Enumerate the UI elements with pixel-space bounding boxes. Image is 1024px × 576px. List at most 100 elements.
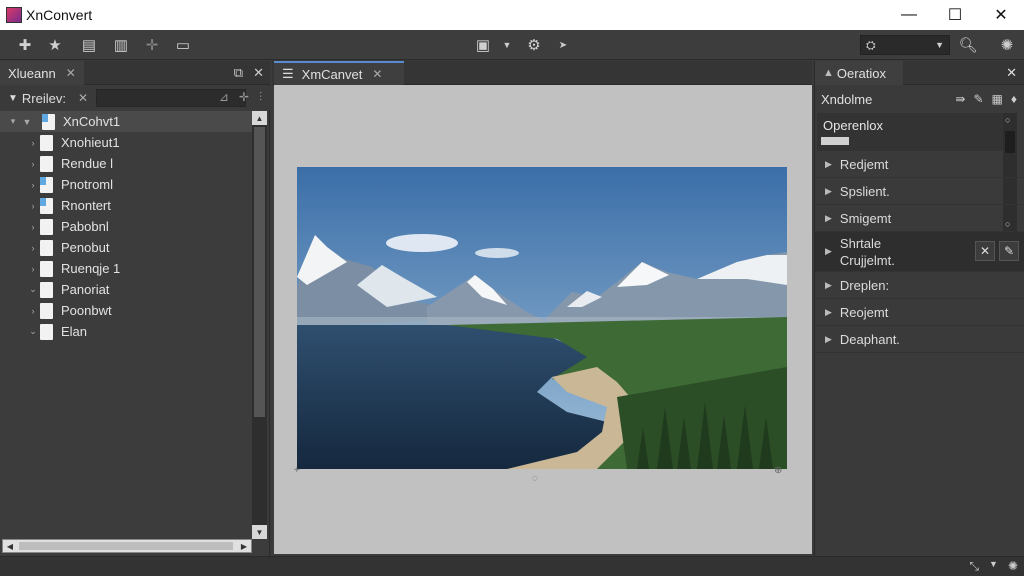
maximize-button[interactable]: ☐ bbox=[932, 0, 978, 30]
expand-arrow-icon[interactable]: ▾ bbox=[6, 116, 20, 127]
tree-item[interactable]: › Poonbwt bbox=[0, 300, 252, 321]
tree-item[interactable]: › Rnontert bbox=[0, 195, 252, 216]
expand-arrow-icon[interactable]: ⌄ bbox=[26, 326, 40, 337]
vertical-scrollbar[interactable]: ▲ ▼ bbox=[252, 111, 267, 539]
horizontal-scrollbar[interactable]: ◀ ▶ bbox=[2, 539, 252, 553]
star-icon[interactable]: ★ bbox=[44, 35, 66, 55]
columns-icon[interactable]: ▥ bbox=[110, 35, 132, 55]
tree-item[interactable]: › Rendue l bbox=[0, 153, 252, 174]
expand-icon[interactable]: ⤡ bbox=[969, 559, 979, 574]
tree-item[interactable]: ▾ ▼ XnCohvt1 bbox=[0, 111, 252, 132]
remove-icon[interactable]: ✕ bbox=[975, 241, 995, 261]
filter-row: ▼ Rreilev: ✕ ⊿ ✛ ⫶ bbox=[0, 86, 270, 110]
minimize-button[interactable]: — bbox=[886, 0, 932, 30]
operation-item[interactable]: ▶ Redjemt bbox=[815, 151, 1024, 178]
tree-item[interactable]: ⌄ Panoriat bbox=[0, 279, 252, 300]
clear-filter-icon[interactable]: ✕ bbox=[78, 91, 88, 105]
tree-item[interactable]: ⌄ Elan bbox=[0, 321, 252, 342]
close-icon[interactable]: ✕ bbox=[253, 65, 264, 81]
operation-label: Reojemt bbox=[839, 304, 889, 320]
operation-label: Shrtale bbox=[839, 235, 882, 251]
collapse-arrow-icon[interactable]: ▼ bbox=[20, 117, 34, 127]
chevron-down-icon[interactable]: ▼ bbox=[496, 35, 518, 55]
tree-item-label: Penobut bbox=[61, 240, 110, 255]
edit-icon[interactable]: ✎ bbox=[999, 241, 1019, 261]
brush-icon[interactable]: ♦ bbox=[1011, 92, 1017, 106]
file-tree: ▾ ▼ XnCohvt1 › Xnohieut1 › Rendue l › Pnotroml › R… bbox=[0, 111, 252, 539]
tab-canvas[interactable]: ☰ XmCanvet ✕ bbox=[274, 61, 404, 85]
expand-arrow-icon[interactable]: ▶ bbox=[825, 307, 832, 318]
expand-arrow-icon[interactable]: › bbox=[26, 159, 40, 169]
scroll-up-icon[interactable]: ○ bbox=[1005, 115, 1010, 125]
pencil-icon[interactable]: ✎ bbox=[973, 92, 983, 106]
gear-icon[interactable]: ✺ bbox=[996, 35, 1018, 55]
tab-explorer[interactable]: Xlueann ✕ bbox=[0, 61, 84, 85]
file-icon bbox=[40, 239, 53, 256]
operation-item[interactable]: ▶ Spslient. bbox=[815, 178, 1024, 205]
arrow-icon[interactable]: ✛ bbox=[141, 35, 163, 55]
pin-icon[interactable]: ⫶ bbox=[259, 90, 262, 105]
expand-arrow-icon[interactable]: › bbox=[26, 138, 40, 148]
corner-handle-icon: ⊕ bbox=[774, 465, 783, 476]
tab-operations[interactable]: ▲ Oeratiox bbox=[815, 61, 903, 85]
view-icon[interactable]: ▣ bbox=[472, 35, 494, 55]
tree-item[interactable]: › Pabobnl bbox=[0, 216, 252, 237]
operation-item[interactable]: ▶ Reojemt bbox=[815, 299, 1024, 326]
zoom-select[interactable]: ⛭ ▼ bbox=[860, 35, 950, 55]
operation-label-group: Shrtale Crujjelmt. bbox=[840, 235, 895, 269]
scroll-thumb[interactable] bbox=[19, 542, 233, 550]
expand-arrow-icon[interactable]: › bbox=[26, 243, 40, 253]
operation-box[interactable]: Operenlox bbox=[817, 113, 1003, 151]
expand-arrow-icon[interactable]: › bbox=[26, 180, 40, 190]
expand-arrow-icon[interactable]: ⌄ bbox=[26, 284, 40, 295]
operation-item[interactable]: ▶ Smigemt bbox=[815, 205, 1024, 232]
scroll-left-icon[interactable]: ◀ bbox=[3, 540, 17, 552]
settings-icon[interactable]: ✺ bbox=[1008, 559, 1018, 574]
filter-text: Rreilev: bbox=[21, 90, 66, 106]
expand-arrow-icon[interactable]: › bbox=[26, 222, 40, 232]
add-icon[interactable]: ✚ bbox=[14, 35, 36, 55]
chevron-down-icon[interactable]: ▼ bbox=[989, 559, 998, 574]
move-icon[interactable]: ⇛ bbox=[955, 92, 965, 106]
expand-arrow-icon[interactable]: ▶ bbox=[825, 186, 832, 197]
pin-icon[interactable]: ➤ bbox=[552, 35, 574, 55]
expand-arrow-icon[interactable]: › bbox=[26, 306, 40, 316]
expand-arrow-icon[interactable]: ▶ bbox=[825, 246, 832, 257]
close-icon[interactable]: ✕ bbox=[372, 67, 382, 81]
expand-arrow-icon[interactable]: ▶ bbox=[825, 213, 832, 224]
tree-item[interactable]: › Ruenqje 1 bbox=[0, 258, 252, 279]
operation-item[interactable]: ▶ Shrtale Crujjelmt. ✕ ✎ bbox=[815, 232, 1024, 272]
canvas-area[interactable]: + ◌ ⊕ bbox=[274, 85, 812, 554]
stack-icon[interactable]: ▤ bbox=[78, 35, 100, 55]
tree-item[interactable]: › Xnohieut1 bbox=[0, 132, 252, 153]
tree-item[interactable]: › Penobut bbox=[0, 237, 252, 258]
expand-arrow-icon[interactable]: ▶ bbox=[825, 159, 832, 170]
close-button[interactable]: ✕ bbox=[978, 0, 1024, 30]
save-icon[interactable]: ▦ bbox=[992, 92, 1003, 106]
scroll-thumb[interactable] bbox=[254, 127, 265, 417]
search-icon[interactable]: 🔍︎ bbox=[957, 35, 979, 55]
edit-icon[interactable]: ⊿ bbox=[219, 90, 229, 105]
expand-arrow-icon[interactable]: › bbox=[26, 201, 40, 211]
expand-arrow-icon[interactable]: ▶ bbox=[825, 334, 832, 345]
scroll-down-icon[interactable]: ▼ bbox=[252, 525, 267, 539]
close-icon[interactable]: ✕ bbox=[66, 66, 76, 80]
expand-arrow-icon[interactable]: › bbox=[26, 264, 40, 274]
tree-item[interactable]: › Pnotroml bbox=[0, 174, 252, 195]
title-bar: XnConvert — ☐ ✕ bbox=[0, 0, 1024, 30]
close-icon[interactable]: ✕ bbox=[1006, 65, 1017, 81]
float-icon[interactable]: ⧉ bbox=[234, 65, 243, 81]
expand-arrow-icon[interactable]: ▶ bbox=[825, 280, 832, 291]
settings-icon[interactable]: ⚙ bbox=[523, 35, 545, 55]
monitor-icon[interactable]: ▭ bbox=[172, 35, 194, 55]
operation-item[interactable]: ▶ Deaphant. bbox=[815, 326, 1024, 353]
scroll-right-icon[interactable]: ▶ bbox=[237, 540, 251, 552]
add-icon[interactable]: ✛ bbox=[239, 90, 249, 105]
scroll-up-icon[interactable]: ▲ bbox=[252, 111, 267, 125]
preview-panel: ☰ XmCanvet ✕ + ◌ ⊕ bbox=[272, 61, 812, 556]
left-panel-icons: ⧉ ✕ bbox=[234, 65, 264, 81]
operation-item[interactable]: ▶ Dreplen: bbox=[815, 272, 1024, 299]
header-icons: ⇛ ✎ ▦ ♦ bbox=[955, 92, 1017, 106]
center-tab-bar: ☰ XmCanvet ✕ bbox=[272, 61, 812, 85]
scroll-thumb[interactable] bbox=[1005, 131, 1015, 153]
